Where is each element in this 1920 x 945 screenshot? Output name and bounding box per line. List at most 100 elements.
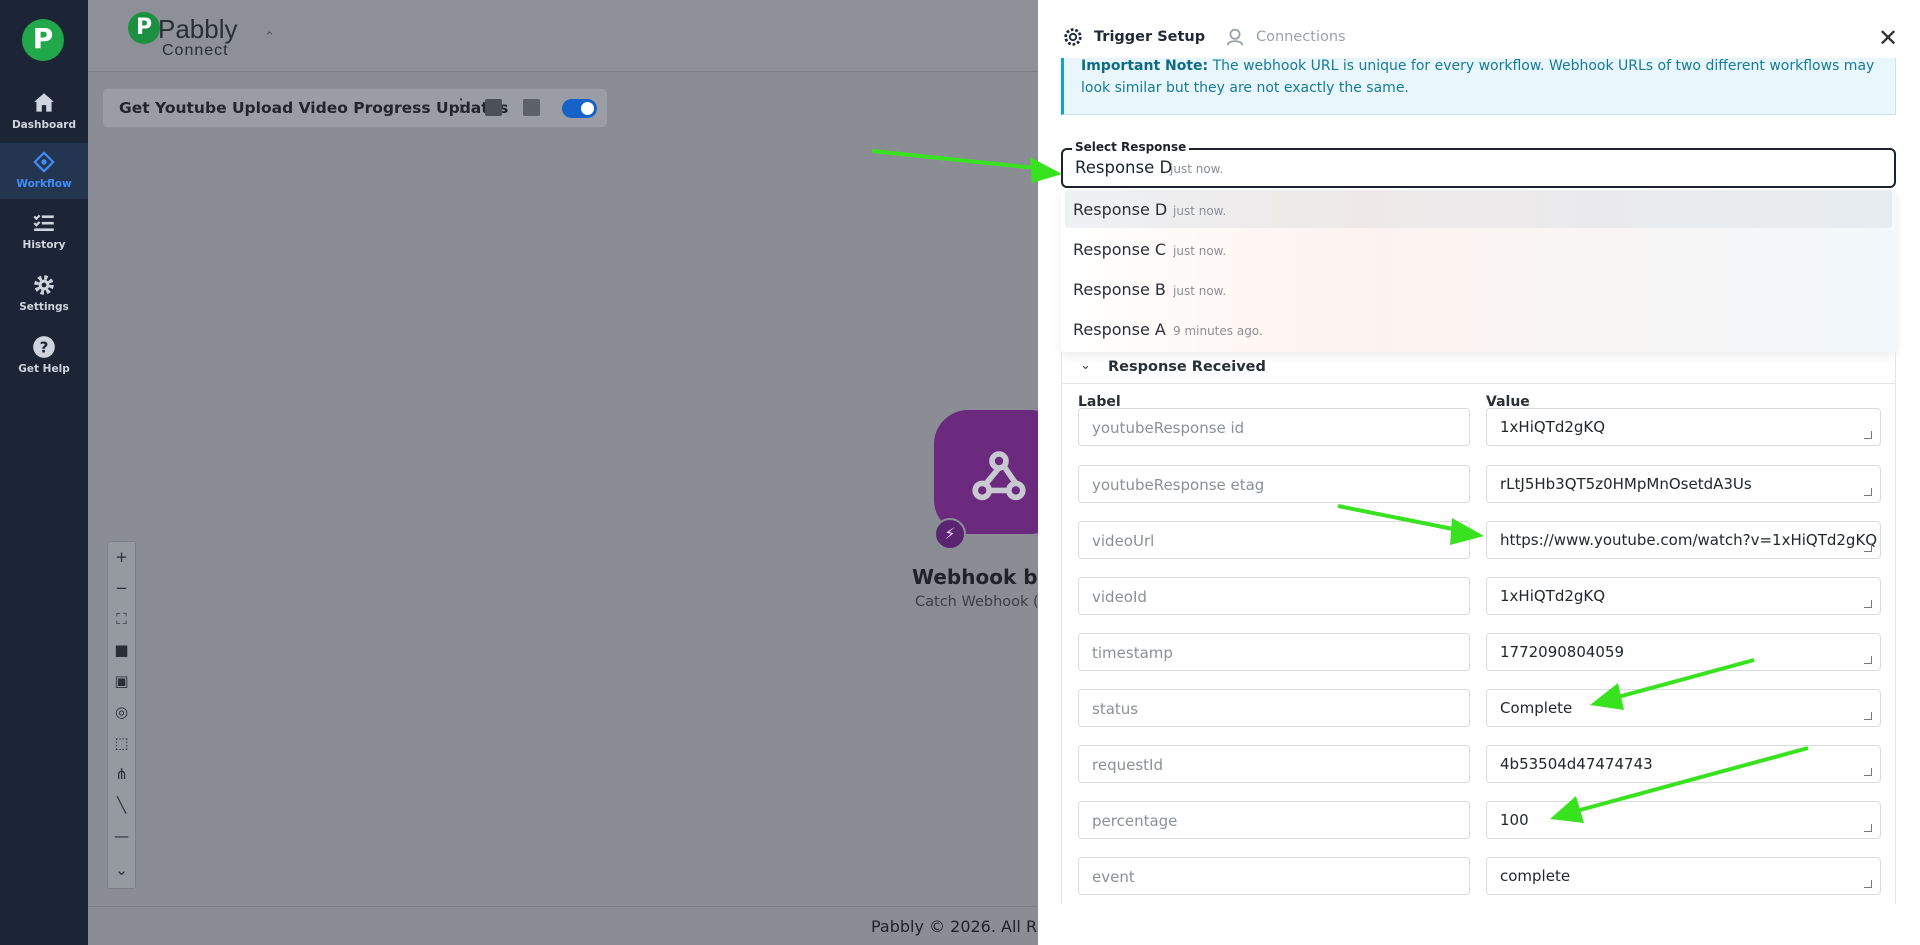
minus-icon[interactable]: − [108, 573, 135, 604]
row-value[interactable]: Complete [1486, 689, 1881, 727]
help-circle-icon: ? [33, 336, 55, 358]
footer: Pabbly © 2026. All Rights Reserved. [88, 906, 1038, 945]
chevron-updown-icon[interactable]: ⌃ [264, 30, 275, 45]
hide-icon[interactable]: ◎ [108, 697, 135, 728]
table-row: videoUrl https://www.youtube.com/watch?v… [1078, 521, 1881, 561]
selected-response: Response D [1075, 158, 1173, 177]
pabbly-mark: P [128, 12, 160, 44]
sidebar-item-settings[interactable]: Settings [0, 266, 88, 324]
sidebar-item-get-help[interactable]: ? Get Help [0, 328, 88, 386]
row-value[interactable]: 1xHiQTd2gKQ [1486, 408, 1881, 446]
row-label[interactable]: youtubeResponse etag [1078, 465, 1470, 503]
brand-name: Pabbly [158, 14, 238, 44]
history-list-icon [33, 214, 54, 232]
trigger-bolt-icon: ⚡ [934, 518, 966, 550]
webhook-icon [972, 451, 1026, 501]
option-time: just now. [1173, 204, 1227, 218]
option-name: Response A [1073, 320, 1166, 339]
pabbly-logo[interactable]: P [22, 19, 64, 61]
row-value[interactable]: 100 [1486, 801, 1881, 839]
response-table: Label Value youtubeResponse id 1xHiQTd2g… [1061, 384, 1896, 904]
workflow-icon [33, 151, 55, 173]
table-row: event complete [1078, 857, 1881, 897]
option-response-d[interactable]: Response D just now. [1065, 190, 1892, 228]
sidebar-item-label: Settings [19, 301, 69, 313]
fit-view-icon[interactable]: ⛶ [108, 604, 135, 635]
canvas-controls: + − ⛶ ■ ▣ ◎ ⬚ ⋔ ╲ — ⌄ [107, 541, 136, 889]
table-row: timestamp 1772090804059 [1078, 633, 1881, 673]
save-icon[interactable] [523, 99, 540, 116]
response-received-accordion[interactable]: ⌄ Response Received [1061, 352, 1896, 384]
close-icon[interactable]: ✕ [1878, 26, 1898, 50]
row-value[interactable]: 1772090804059 [1486, 633, 1881, 671]
lock-icon[interactable]: ■ [108, 635, 135, 666]
row-label[interactable]: videoUrl [1078, 521, 1470, 559]
table-row: videoId 1xHiQTd2gKQ [1078, 577, 1881, 617]
footer-text: Pabbly © 2026. All Rights Reserved. [871, 917, 1038, 936]
more-vertical-icon[interactable]: ⋮ [452, 95, 470, 116]
table-row: percentage 100 [1078, 801, 1881, 841]
row-label[interactable]: status [1078, 689, 1470, 727]
tab-trigger-setup[interactable]: Trigger Setup [1062, 26, 1205, 48]
workflow-title[interactable]: Get Youtube Upload Video Progress Update… [119, 99, 508, 117]
tab-label: Connections [1256, 29, 1346, 45]
option-name: Response C [1073, 240, 1167, 259]
sidebar-item-workflow[interactable]: Workflow [0, 143, 88, 199]
connector-icon[interactable]: ╲ [108, 790, 135, 821]
row-value[interactable]: https://www.youtube.com/watch?v=1xHiQTd2… [1486, 521, 1881, 559]
gear-icon [34, 275, 54, 295]
select-area-icon[interactable]: ⬚ [108, 728, 135, 759]
workflow-enable-toggle[interactable] [562, 99, 597, 118]
image-icon[interactable]: ▣ [108, 666, 135, 697]
select-response-label: Select Response [1072, 140, 1190, 154]
note-bold: Important Note: [1081, 58, 1209, 74]
row-label[interactable]: percentage [1078, 801, 1470, 839]
option-response-a[interactable]: Response A 9 minutes ago. [1065, 310, 1892, 348]
row-value[interactable]: 4b53504d47474743 [1486, 745, 1881, 783]
node-subtitle: Catch Webhook (Preferred) [915, 594, 1038, 610]
row-label[interactable]: timestamp [1078, 633, 1470, 671]
workflow-canvas[interactable] [88, 0, 1038, 945]
row-label[interactable]: event [1078, 857, 1470, 895]
sidebar-item-history[interactable]: History [0, 204, 88, 262]
sidebar-item-dashboard[interactable]: Dashboard [0, 84, 88, 142]
tab-label: Trigger Setup [1094, 29, 1206, 45]
row-label[interactable]: youtubeResponse id [1078, 408, 1470, 446]
accordion-label: Response Received [1108, 359, 1266, 375]
row-label[interactable]: videoId [1078, 577, 1470, 615]
chevron-down-icon[interactable]: ⌄ [108, 855, 135, 886]
connections-icon [1226, 28, 1244, 46]
important-note: Important Note: The webhook URL is uniqu… [1061, 58, 1896, 115]
table-row: status Complete [1078, 689, 1881, 729]
plus-icon[interactable]: + [108, 542, 135, 573]
line-icon[interactable]: — [108, 821, 135, 852]
row-value[interactable]: 1xHiQTd2gKQ [1486, 577, 1881, 615]
option-response-b[interactable]: Response B just now. [1065, 270, 1892, 308]
svg-text:?: ? [40, 338, 49, 356]
workflow-title-bar: Get Youtube Upload Video Progress Update… [103, 89, 607, 127]
tab-connections[interactable]: Connections [1224, 26, 1346, 48]
option-response-c[interactable]: Response C just now. [1065, 230, 1892, 268]
sidebar-item-label: Workflow [16, 178, 72, 190]
brand-logo[interactable]: P Pabbly Connect ⌃ [128, 12, 275, 62]
notes-icon[interactable] [485, 99, 502, 116]
select-response-field[interactable]: Response D just now. [1061, 148, 1896, 188]
table-row: requestId 4b53504d47474743 [1078, 745, 1881, 785]
table-row: youtubeResponse etag rLtJ5Hb3QT5z0HMpMnO… [1078, 465, 1881, 505]
option-name: Response B [1073, 280, 1166, 299]
tree-layout-icon[interactable]: ⋔ [108, 759, 135, 790]
row-label[interactable]: requestId [1078, 745, 1470, 783]
node-title: Webhook by Pabbly [912, 565, 1038, 589]
selected-response-time: just now. [1170, 162, 1224, 176]
option-time: just now. [1173, 244, 1227, 258]
row-value[interactable]: rLtJ5Hb3QT5z0HMpMnOsetdA3Us [1486, 465, 1881, 503]
chevron-down-icon: ⌄ [1080, 358, 1091, 373]
sidebar-item-label: Dashboard [11, 119, 77, 131]
option-time: 9 minutes ago. [1173, 324, 1263, 338]
sidebar: P Dashboard Workflow History Settings ? … [0, 0, 88, 945]
option-name: Response D [1073, 200, 1168, 219]
row-value[interactable]: complete [1486, 857, 1881, 895]
sidebar-item-label: Get Help [18, 363, 70, 375]
gear-icon [1064, 28, 1082, 46]
sidebar-item-label: History [22, 239, 66, 251]
